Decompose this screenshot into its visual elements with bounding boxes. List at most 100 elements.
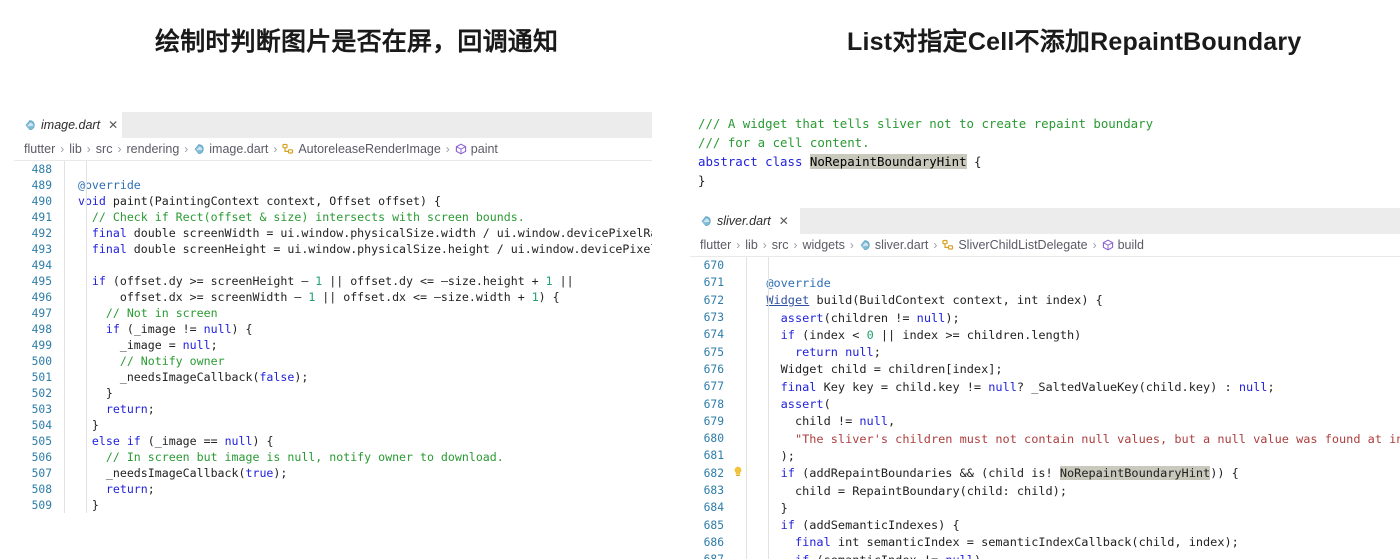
fold-rail xyxy=(746,257,747,559)
line-number: 499 xyxy=(31,338,52,352)
code-token: } xyxy=(64,418,99,432)
code-line[interactable]: 685 if (addSemanticIndexes) { xyxy=(690,516,1400,533)
code-line[interactable]: 674 if (index < 0 || index >= children.l… xyxy=(690,326,1400,343)
code-line[interactable]: 684 } xyxy=(690,499,1400,516)
dart-file-icon xyxy=(193,143,205,155)
code-line[interactable]: 489 @override xyxy=(14,177,652,193)
code-token: _needsImageCallback( xyxy=(64,466,246,480)
breadcrumb-item-lib[interactable]: lib xyxy=(69,142,82,156)
code-line[interactable]: 683 child = RepaintBoundary(child: child… xyxy=(690,482,1400,499)
code-line[interactable]: 501 _needsImageCallback(false); xyxy=(14,369,652,385)
code-text: if (semanticIndex != null) xyxy=(746,553,1400,559)
code-line[interactable]: 504 } xyxy=(14,417,652,433)
breadcrumb-item-lib[interactable]: lib xyxy=(745,238,758,252)
tab-sliver-dart[interactable]: sliver.dart ✕ xyxy=(690,208,800,234)
code-area-right[interactable]: 670 671 @override 672 Widget build(BuildCo… xyxy=(690,257,1400,559)
tabstrip-empty-area xyxy=(800,208,1400,234)
code-line[interactable]: 676 Widget child = children[index]; xyxy=(690,361,1400,378)
code-token: ; xyxy=(210,338,218,352)
code-line[interactable]: 681 ); xyxy=(690,447,1400,464)
code-token: null xyxy=(859,414,889,429)
code-line[interactable]: 493 final double screenHeight = ui.windo… xyxy=(14,241,652,257)
code-token: _image = xyxy=(64,338,183,352)
breadcrumb-item-sliver-dart[interactable]: sliver.dart xyxy=(875,238,929,252)
breadcrumb-separator: › xyxy=(60,142,65,156)
code-line[interactable]: 495 if (offset.dy >= screenHeight – 1 ||… xyxy=(14,273,652,289)
code-line[interactable]: 494 xyxy=(14,257,652,273)
tabstrip-empty-area xyxy=(122,112,652,138)
breadcrumb-item-image-dart[interactable]: image.dart xyxy=(209,142,268,156)
code-line[interactable]: 670 xyxy=(690,257,1400,274)
tab-image-dart[interactable]: image.dart ✕ xyxy=(14,112,122,138)
code-line[interactable]: 502 } xyxy=(14,385,652,401)
code-token: /// for a cell content. xyxy=(698,135,870,150)
code-line[interactable]: 509 } xyxy=(14,497,652,513)
lightbulb-icon[interactable] xyxy=(730,466,746,480)
code-text: return; xyxy=(58,482,652,496)
code-line[interactable]: 508 return; xyxy=(14,481,652,497)
code-line[interactable]: 675 return null; xyxy=(690,343,1400,360)
code-line[interactable]: 503 return; xyxy=(14,401,652,417)
breadcrumb-item-paint[interactable]: paint xyxy=(471,142,498,156)
code-line[interactable]: 671 @override xyxy=(690,274,1400,291)
code-text: @override xyxy=(746,276,1400,290)
code-token: final xyxy=(91,226,127,240)
code-text: final int semanticIndex = semanticIndexC… xyxy=(746,535,1400,549)
code-line[interactable]: 678 assert( xyxy=(690,395,1400,412)
code-token: final xyxy=(780,379,817,394)
page-title-right: List对指定Cell不添加RepaintBoundary xyxy=(847,28,1302,56)
close-icon[interactable]: ✕ xyxy=(108,119,118,131)
code-line[interactable]: 490 void paint(PaintingContext context, … xyxy=(14,193,652,209)
code-token: null xyxy=(1238,379,1268,394)
close-icon[interactable]: ✕ xyxy=(779,215,789,227)
code-line[interactable]: 673 assert(children != null); xyxy=(690,309,1400,326)
code-line[interactable]: 505 else if (_image == null) { xyxy=(14,433,652,449)
code-line[interactable]: 499 _image = null; xyxy=(14,337,652,353)
breadcrumb-item-flutter[interactable]: flutter xyxy=(24,142,55,156)
breadcrumb-item-autoreleaserenderimage[interactable]: AutoreleaseRenderImage xyxy=(298,142,440,156)
code-line[interactable]: 682 if (addRepaintBoundaries && (child i… xyxy=(690,465,1400,482)
code-area-left[interactable]: 488 489 @override 490 void paint(PaintingC… xyxy=(14,161,652,513)
breadcrumb-left[interactable]: flutter › lib › src › rendering › image.dart › Aut… xyxy=(14,138,652,161)
code-text: "The sliver's children must not contain … xyxy=(746,432,1400,446)
code-line[interactable]: 496 offset.dx >= screenWidth – 1 || offs… xyxy=(14,289,652,305)
code-token: paint(PaintingContext context, Offset of… xyxy=(105,194,441,208)
code-token: ) { xyxy=(231,322,253,336)
code-line[interactable]: 488 xyxy=(14,161,652,177)
line-number: 687 xyxy=(690,553,730,559)
code-line[interactable]: 686 final int semanticIndex = semanticIn… xyxy=(690,534,1400,551)
code-line[interactable]: 679 child != null, xyxy=(690,413,1400,430)
breadcrumb-item-widgets[interactable]: widgets xyxy=(802,238,844,252)
code-line[interactable]: 500 // Notify owner xyxy=(14,353,652,369)
code-line[interactable]: 672 Widget build(BuildContext context, i… xyxy=(690,292,1400,309)
code-token: offset.dx >= screenWidth – xyxy=(64,290,309,304)
breadcrumb-item-src[interactable]: src xyxy=(96,142,113,156)
breadcrumb-item-sliverchildlistdelegate[interactable]: SliverChildListDelegate xyxy=(958,238,1087,252)
code-line[interactable]: 506 // In screen but image is null, noti… xyxy=(14,449,652,465)
code-line[interactable]: 491 // Check if Rect(offset & size) inte… xyxy=(14,209,652,225)
code-line[interactable]: 497 // Not in screen xyxy=(14,305,652,321)
code-line[interactable]: 507 _needsImageCallback(true); xyxy=(14,465,652,481)
breadcrumb-item-build[interactable]: build xyxy=(1118,238,1144,252)
breadcrumb-item-rendering[interactable]: rendering xyxy=(126,142,179,156)
code-token: ) xyxy=(974,553,981,559)
breadcrumb-separator: › xyxy=(184,142,189,156)
code-line[interactable]: 492 final double screenWidth = ui.window… xyxy=(14,225,652,241)
code-line[interactable]: 677 final Key key = child.key != null? _… xyxy=(690,378,1400,395)
code-token: final xyxy=(91,242,127,256)
line-number: 682 xyxy=(703,466,724,480)
breadcrumb-item-src[interactable]: src xyxy=(772,238,789,252)
breadcrumb-item-flutter[interactable]: flutter xyxy=(700,238,731,252)
line-number: 685 xyxy=(703,518,724,532)
code-line[interactable]: 680 "The sliver's children must not cont… xyxy=(690,430,1400,447)
breadcrumb-right[interactable]: flutter › lib › src › widgets › sliver.dart › Sliv… xyxy=(690,234,1400,257)
code-line[interactable]: 498 if (_image != null) { xyxy=(14,321,652,337)
code-text: if (addRepaintBoundaries && (child is! N… xyxy=(746,466,1400,481)
